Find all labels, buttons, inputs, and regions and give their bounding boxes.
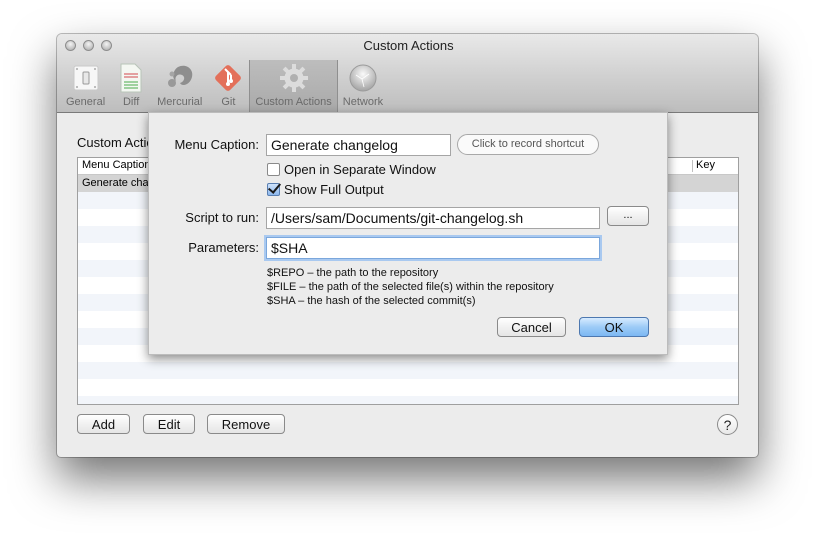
show-full-output-label: Show Full Output — [284, 182, 384, 197]
tab-custom-actions-label: Custom Actions — [255, 96, 332, 108]
tab-mercurial[interactable]: Mercurial — [152, 60, 207, 112]
empty-row — [78, 396, 738, 404]
window-title: Custom Actions — [363, 38, 454, 53]
hint-sha: $SHA – the hash of the selected commit(s… — [267, 295, 476, 307]
tab-custom-actions[interactable]: Custom Actions — [249, 60, 338, 112]
preferences-toolbar: General Diff Mercurial Git Custom Action… — [61, 60, 388, 112]
show-full-output-checkbox[interactable]: Show Full Output — [267, 182, 384, 197]
column-key[interactable]: Key — [696, 159, 715, 171]
open-separate-window-label: Open in Separate Window — [284, 162, 436, 177]
menu-caption-field[interactable]: Generate changelog — [266, 134, 451, 156]
tab-network[interactable]: Network — [338, 60, 388, 112]
checkmark-icon — [267, 183, 280, 196]
empty-row — [78, 379, 738, 396]
document-diff-icon — [115, 62, 147, 94]
tab-diff-label: Diff — [122, 96, 140, 108]
ok-button[interactable]: OK — [579, 317, 649, 337]
edit-button[interactable]: Edit — [143, 414, 195, 434]
script-path-field[interactable]: /Users/sam/Documents/git-changelog.sh — [266, 207, 600, 229]
tab-git[interactable]: Git — [207, 60, 249, 112]
column-menu-caption[interactable]: Menu Caption — [82, 159, 151, 171]
cancel-button[interactable]: Cancel — [497, 317, 566, 337]
tab-general[interactable]: General — [61, 60, 110, 112]
column-divider — [692, 160, 693, 172]
tab-network-label: Network — [342, 96, 384, 108]
remove-button[interactable]: Remove — [207, 414, 285, 434]
add-button[interactable]: Add — [77, 414, 130, 434]
tab-general-label: General — [66, 96, 106, 108]
browse-button[interactable]: ... — [607, 206, 649, 226]
tab-mercurial-label: Mercurial — [157, 96, 203, 108]
menu-caption-label: Menu Caption: — [174, 137, 259, 152]
record-shortcut-button[interactable]: Click to record shortcut — [457, 134, 599, 155]
empty-row — [78, 362, 738, 379]
script-label: Script to run: — [185, 210, 259, 225]
switch-icon — [70, 62, 102, 94]
tab-git-label: Git — [221, 96, 236, 108]
checkbox-unchecked — [267, 163, 280, 176]
hint-repo: $REPO – the path to the repository — [267, 267, 439, 279]
open-separate-window-checkbox[interactable]: Open in Separate Window — [267, 162, 436, 177]
title-bar: Custom Actions General Diff Mercurial Gi… — [57, 34, 758, 113]
help-button[interactable]: ? — [717, 414, 738, 435]
edit-action-sheet: Menu Caption: Generate changelog Click t… — [148, 112, 668, 355]
gear-icon — [278, 62, 310, 94]
hint-file: $FILE – the path of the selected file(s)… — [267, 281, 554, 293]
git-icon — [212, 62, 244, 94]
parameters-field[interactable]: $SHA — [266, 237, 600, 259]
parameters-label: Parameters: — [188, 240, 259, 255]
tab-diff[interactable]: Diff — [110, 60, 152, 112]
mercurial-icon — [164, 62, 196, 94]
globe-icon — [347, 62, 379, 94]
